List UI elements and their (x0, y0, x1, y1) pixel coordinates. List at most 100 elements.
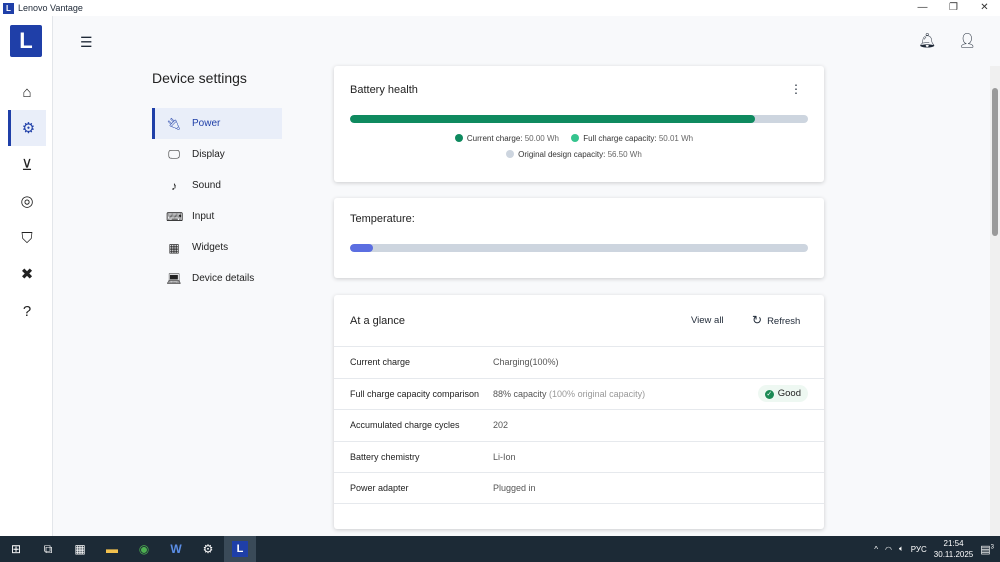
row-value: 88% capacity (493, 388, 547, 399)
settings-item-display[interactable]: 🖵 Display (152, 139, 282, 170)
page-title: Device settings (152, 70, 247, 86)
full-capacity-dot (571, 134, 580, 142)
battery-legend: Current charge: 50.00 Wh Full charge cap… (334, 134, 824, 143)
settings-item-widgets[interactable]: ▦ Widgets (152, 232, 282, 263)
refresh-button[interactable]: ↻ Refresh (752, 313, 800, 327)
table-row: Accumulated charge cycles 202 (334, 409, 824, 441)
keyboard-icon: ⌨ (166, 209, 184, 224)
start-icon[interactable]: ⊞ (0, 536, 32, 562)
item-label: Input (192, 211, 215, 222)
battery-legend-2: Original design capacity: 56.50 Wh (334, 150, 824, 159)
gear-icon[interactable]: ⚙ (8, 110, 46, 146)
item-label: Power (192, 118, 221, 129)
task-view-icon[interactable]: ⧉ (32, 536, 64, 562)
item-label: Widgets (192, 242, 229, 253)
notifications-icon[interactable]: ▤3 (980, 543, 994, 556)
widgets-icon: ▦ (168, 240, 180, 255)
row-key: Current charge (350, 357, 411, 368)
legend-label: Original design capacity: (518, 150, 606, 159)
at-a-glance-card: At a glance View all ↻ Refresh Current ch… (334, 295, 824, 529)
card-title: Temperature: (350, 213, 415, 225)
scrollbar[interactable] (990, 66, 1000, 536)
row-key: Full charge capacity comparison (350, 388, 480, 399)
settings-item-power[interactable]: 🔌︎ Power (152, 108, 282, 139)
nav-rail: L ⌂ ⚙ ⊻ ◎ ⛉ ✖ ? (0, 16, 53, 536)
table-row: Full charge capacity comparison 88% capac… (334, 377, 824, 410)
temperature-bar (350, 244, 808, 252)
wifi-icon[interactable]: ◠ (885, 545, 892, 554)
card-title: Battery health (350, 84, 418, 96)
word-icon[interactable]: W (160, 536, 192, 562)
shield-icon[interactable]: ⛉ (8, 220, 46, 256)
row-value: Charging(100%) (493, 357, 559, 368)
window-title: Lenovo Vantage (18, 3, 83, 13)
check-icon: ✓ (764, 390, 774, 400)
card-title: At a glance (350, 315, 406, 327)
legend-value: 50.01 Wh (658, 134, 694, 143)
settings-item-sound[interactable]: ♪ Sound (152, 170, 282, 201)
download-icon[interactable]: ⊻ (8, 147, 46, 183)
refresh-label: Refresh (767, 316, 801, 327)
vantage-icon: L (232, 541, 248, 557)
item-label: Device details (192, 273, 255, 284)
help-icon[interactable]: ? (8, 293, 46, 329)
date: 30.11.2025 (933, 550, 974, 559)
taskbar: ⊞ ⧉ ▦ ▬ ◉ W ⚙ L ^ ◠ 🔈︎ РУС 21:54 30.11.20… (0, 536, 1000, 562)
clock[interactable]: 21:54 30.11.2025 (934, 538, 973, 560)
battery-bar-fill (350, 115, 756, 123)
settings-item-device-details[interactable]: 💻︎ Device details (152, 263, 282, 294)
legend-value: 56.50 Wh (607, 150, 642, 159)
row-extra: (100% original capacity) (549, 388, 646, 399)
table-row: Current charge Charging(100%) (334, 346, 824, 378)
home-icon[interactable]: ⌂ (8, 74, 46, 110)
language-indicator[interactable]: РУС (911, 545, 927, 554)
notification-count: 3 (990, 543, 994, 550)
plug-icon: 🔌︎ (166, 116, 182, 131)
music-icon: ♪ (171, 178, 177, 193)
user-icon[interactable]: 👤︎ (958, 32, 976, 49)
refresh-icon: ↻ (752, 313, 763, 327)
badge-label: Good (777, 388, 801, 400)
more-options-icon[interactable]: ⋮ (790, 82, 802, 96)
row-key: Battery chemistry (350, 451, 420, 462)
current-charge-dot (454, 134, 463, 142)
legend-label: Full charge capacity: (583, 134, 657, 143)
laptop-icon: 💻︎ (166, 271, 182, 286)
settings-item-input[interactable]: ⌨ Input (152, 201, 282, 232)
volume-icon[interactable]: 🔈︎ (899, 544, 904, 554)
temperature-card: Temperature: (334, 198, 824, 278)
bell-icon[interactable]: 🔔︎ (918, 32, 936, 49)
app-logo: L (3, 2, 14, 14)
item-label: Sound (192, 180, 221, 191)
restore-button[interactable]: ❐ (938, 0, 969, 16)
battery-bar (350, 115, 808, 123)
chevron-up-icon[interactable]: ^ (874, 545, 878, 554)
status-badge: ✓ Good (757, 385, 808, 403)
calculator-icon[interactable]: ▦ (64, 536, 96, 562)
system-tray: ^ ◠ 🔈︎ РУС 21:54 30.11.2025 ▤3 (874, 536, 1000, 562)
row-value: Plugged in (493, 482, 536, 493)
scrollbar-thumb[interactable] (992, 88, 998, 236)
menu-toggle-icon[interactable]: ☰ (80, 34, 93, 51)
table-row: Power adapter Plugged in (334, 472, 824, 504)
settings-icon[interactable]: ⚙ (192, 536, 224, 562)
minimize-button[interactable]: — (907, 0, 938, 16)
legend-label: Current charge: (466, 134, 523, 143)
row-value: 202 (493, 420, 509, 431)
top-bar: ☰ 🔔︎ 👤︎ (54, 16, 990, 66)
vantage-taskbar-icon[interactable]: L (224, 536, 256, 562)
battery-health-card: Battery health ⋮ Current charge: 50.00 W… (334, 66, 824, 182)
chrome-icon[interactable]: ◉ (128, 536, 160, 562)
vantage-logo[interactable]: L (10, 25, 42, 57)
time: 21:54 (943, 539, 964, 548)
view-all-link[interactable]: View all (691, 315, 724, 326)
legend-value: 50.00 Wh (524, 134, 559, 143)
tools-icon[interactable]: ✖ (8, 256, 46, 292)
table-row: Battery chemistry Li-Ion (334, 440, 824, 473)
settings-menu: 🔌︎ Power 🖵 Display ♪ Sound ⌨ Input ▦ Widgets … (152, 108, 282, 294)
file-explorer-icon[interactable]: ▬ (96, 536, 128, 562)
design-capacity-dot (506, 150, 515, 158)
close-button[interactable]: ✕ (969, 0, 1000, 16)
gaming-icon[interactable]: ◎ (8, 183, 46, 219)
row-value: Li-Ion (493, 451, 516, 462)
